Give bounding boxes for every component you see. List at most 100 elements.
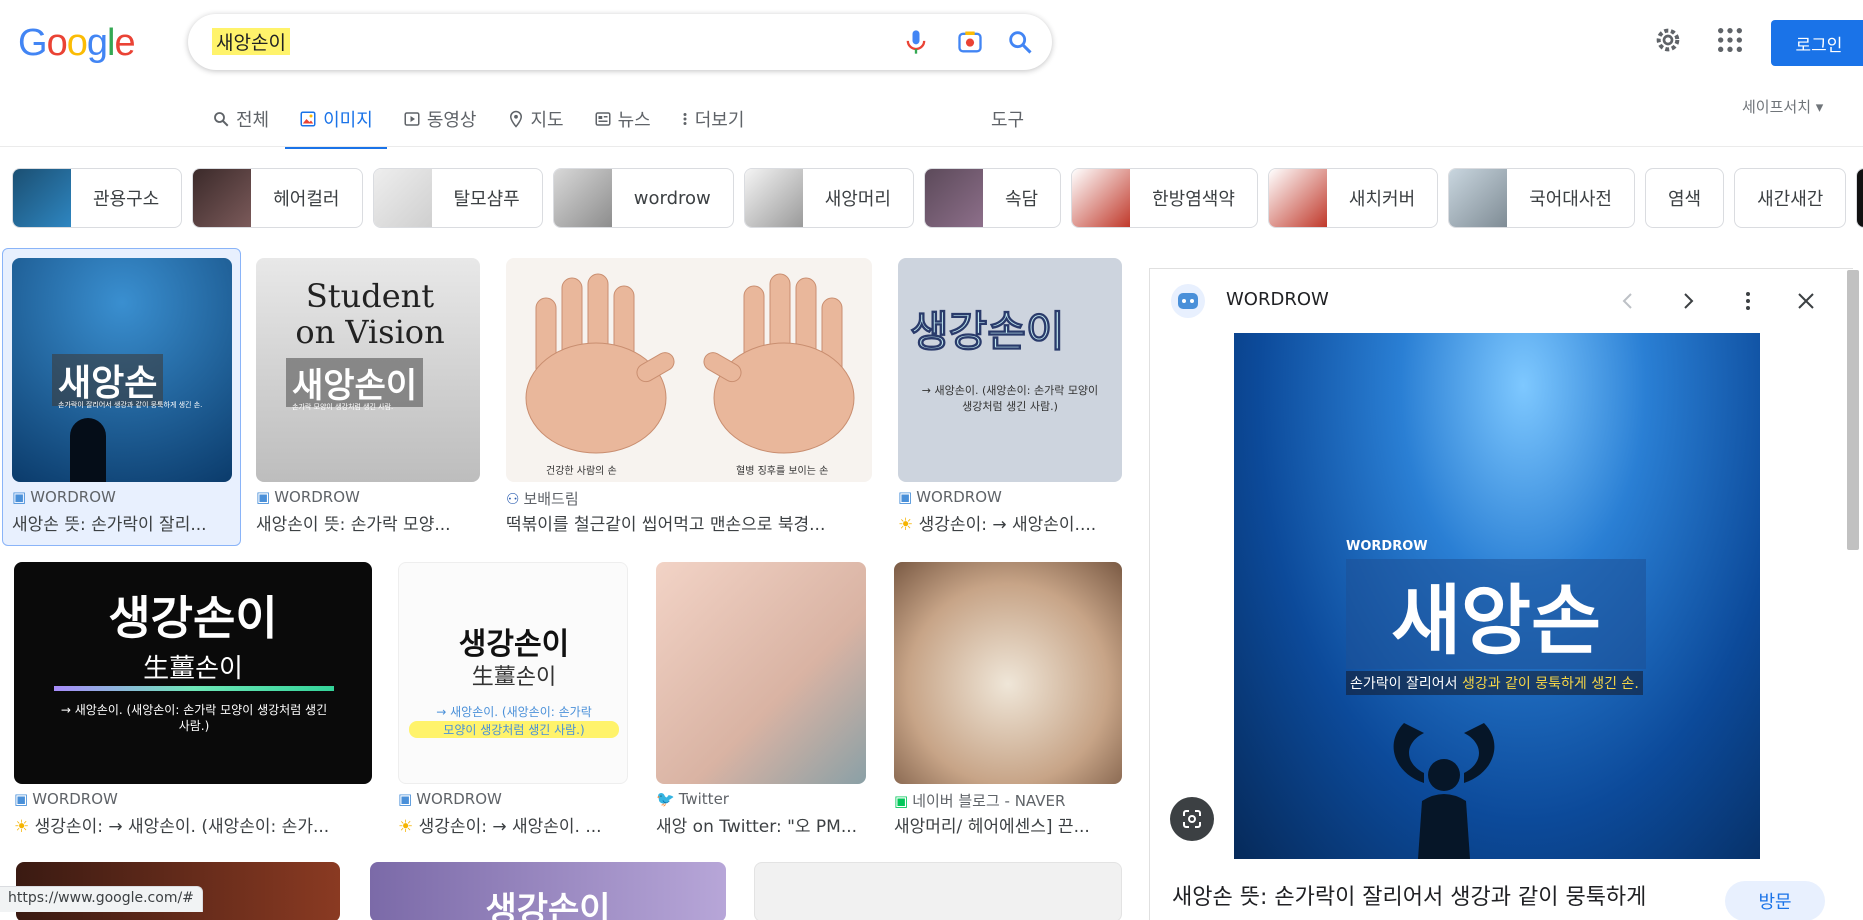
chip[interactable]: 새앙머리 <box>743 168 914 228</box>
result-thumbnail[interactable]: 생강손이 → 새앙손이. (새앙손이: 손가락 모양이 생강처럼 생긴 사람.) <box>898 258 1122 482</box>
chip-label: 속담 <box>1004 189 1039 210</box>
chip-label: wordrow <box>633 187 711 209</box>
microphone-icon[interactable] <box>902 28 930 56</box>
thumbnail-text: 새앙손이 <box>286 358 424 407</box>
thumbnail-caption: 건강한 사람의 손 <box>546 464 617 477</box>
tab-maps[interactable]: 지도 <box>507 104 564 134</box>
chip[interactable]: 탈모샴푸 <box>372 168 543 228</box>
chip[interactable]: 국어대사전 <box>1448 168 1635 228</box>
thumbnail-text: 생강손이 <box>485 890 611 920</box>
chip[interactable]: 새치커버 <box>1267 168 1439 228</box>
chip-label: 국어대사전 <box>1529 189 1612 210</box>
chevron-left-icon[interactable] <box>1616 289 1640 313</box>
lens-search-button[interactable] <box>1170 797 1214 841</box>
image-icon <box>300 111 316 127</box>
visit-button[interactable]: 방문 <box>1725 881 1825 920</box>
chip[interactable] <box>1856 168 1863 228</box>
result-thumbnail[interactable]: Student on Vision 새앙손이 손가락 모양이 생강처럼 생긴 사… <box>256 258 480 482</box>
gradient-bar <box>54 686 334 691</box>
safesearch-label: 세이프서치 <box>1742 98 1812 116</box>
tools-button[interactable]: 도구 <box>991 106 1024 132</box>
result-source: ▣ 네이버 블로그 - NAVER <box>894 791 1066 811</box>
chip-label: 한방염색약 <box>1152 189 1235 210</box>
tab-label: 뉴스 <box>617 110 651 131</box>
chip[interactable]: 속담 <box>923 168 1062 228</box>
camera-lens-icon[interactable] <box>956 28 984 56</box>
chip-label: 헤어컬러 <box>273 189 340 210</box>
chip[interactable]: 염색 <box>1644 168 1725 228</box>
tab-more[interactable]: 더보기 <box>681 104 744 134</box>
chip[interactable]: 헤어컬러 <box>192 168 363 228</box>
result-title[interactable]: 새앙손이 뜻: 손가락 모양... <box>256 510 480 535</box>
chip[interactable]: 새간새간 <box>1734 168 1847 228</box>
safesearch-menu[interactable]: 세이프서치 ▾ <box>1742 96 1823 117</box>
chevron-right-icon[interactable] <box>1676 289 1700 313</box>
result-thumbnail[interactable]: 생강손이 <box>370 862 726 920</box>
tab-label: 지도 <box>530 110 564 131</box>
related-chips: 관용구소 헤어컬러 탈모샴푸 wordrow 새앙머리 속담 한방염색약 새치커… <box>12 168 1863 228</box>
panel-header: WORDROW <box>1150 269 1853 333</box>
panel-site-name[interactable]: WORDROW <box>1226 289 1329 310</box>
apps-grid-icon[interactable] <box>1714 24 1746 56</box>
result-source: ▣ WORDROW <box>14 790 118 808</box>
result-thumbnail[interactable] <box>656 562 866 784</box>
news-icon <box>595 112 611 126</box>
result-title[interactable]: 새앙손 뜻: 손가락이 잘리... <box>12 510 232 535</box>
result-title[interactable]: ☀ 생강손이: → 새앙손이. ... <box>398 812 628 837</box>
more-vert-icon[interactable] <box>1736 289 1760 313</box>
result-thumbnail[interactable]: 건강한 사람의 손 혈병 징후를 보이는 손 <box>506 258 872 482</box>
search-box[interactable]: 새앙손이 <box>188 14 1052 70</box>
google-logo[interactable]: Google <box>18 22 136 65</box>
result-thumbnail[interactable] <box>754 862 1122 920</box>
preview-image[interactable]: WORDROW 새앙손 손가락이 잘리어서 생강과 같이 뭉툭하게 생긴 손. <box>1234 333 1760 859</box>
result-title[interactable]: ☀ 생강손이: → 새앙손이.... <box>898 510 1122 535</box>
result-source: ⚇ 보배드림 <box>506 489 579 509</box>
thumbnail-caption: 혈병 징후를 보이는 손 <box>736 464 828 477</box>
chip-label: 염색 <box>1667 189 1702 210</box>
silhouette <box>70 418 106 482</box>
result-title[interactable]: 떡볶이를 철근같이 씹어먹고 맨손으로 북경... <box>506 510 872 535</box>
chip-label: 새앙머리 <box>824 189 891 210</box>
search-icon[interactable] <box>1006 28 1034 56</box>
tab-news[interactable]: 뉴스 <box>594 104 651 134</box>
result-thumbnail[interactable]: 새앙손 손가락이 잘리어서 생강과 같이 뭉툭하게 생긴 손. <box>12 258 232 482</box>
result-source: 🐦 Twitter <box>656 790 729 808</box>
thumbnail-caption: 생강처럼 생긴 사람.) <box>962 400 1058 413</box>
search-input[interactable]: 새앙손이 <box>212 28 290 55</box>
tab-all[interactable]: 전체 <box>212 104 269 134</box>
silhouette <box>1393 723 1495 859</box>
scrollbar-thumb[interactable] <box>1847 270 1859 550</box>
status-bar-url: https://www.google.com/# <box>0 886 203 912</box>
result-title[interactable]: 새앙머리/ 헤어에센스] 끈... <box>894 812 1122 837</box>
chip-label: 새치커버 <box>1348 189 1416 210</box>
search-icon <box>214 112 229 127</box>
thumbnail-caption: → 새앙손이. (새앙손이: 손가락 모양이 <box>921 384 1099 397</box>
result-source: ▣ WORDROW <box>398 790 502 808</box>
settings-gear-icon[interactable] <box>1652 24 1684 56</box>
thumbnail-caption: 모양이 생강처럼 생긴 사람.) <box>409 721 619 738</box>
sun-icon: ☀ <box>898 515 914 535</box>
panel-title[interactable]: 새앙손 뜻: 손가락이 잘리어서 생강과 같이 뭉툭하게 <box>1172 879 1646 911</box>
wordrow-icon: ▣ <box>256 488 271 506</box>
thumbnail-text: 生薑손이 <box>143 654 243 684</box>
thumbnail-caption: → 새앙손이. (새앙손이: 손가락 모양이 생강처럼 생긴 사람.) <box>60 703 328 733</box>
search-tabs: 전체 이미지 동영상 지도 뉴스 더보기 <box>212 104 744 149</box>
chip[interactable]: wordrow <box>552 168 734 228</box>
tab-images[interactable]: 이미지 <box>285 104 387 149</box>
wordrow-icon: ▣ <box>398 790 413 808</box>
close-icon[interactable] <box>1794 289 1818 313</box>
login-button[interactable]: 로그인 <box>1771 20 1863 66</box>
result-thumbnail[interactable]: 생강손이 生薑손이 → 새앙손이. (새앙손이: 손가락 모양이 생강처럼 생긴… <box>14 562 372 784</box>
sun-icon: ☀ <box>398 817 414 837</box>
thumbnail-caption: 손가락 모양이 생강처럼 생긴 사람. <box>292 403 394 411</box>
result-thumbnail[interactable]: 생강손이 生薑손이 → 새앙손이. (새앙손이: 손가락 모양이 생강처럼 생긴… <box>398 562 628 784</box>
tab-videos[interactable]: 동영상 <box>403 104 477 134</box>
preview-brand-text: WORDROW <box>1346 539 1428 554</box>
result-title[interactable]: ☀ 생강손이: → 새앙손이. (새앙손이: 손가... <box>14 812 372 837</box>
chip-label: 새간새간 <box>1757 189 1824 210</box>
chip[interactable]: 한방염색약 <box>1071 168 1258 228</box>
thumbnail-text: 생강손이 <box>108 591 278 645</box>
chip[interactable]: 관용구소 <box>12 168 183 228</box>
result-thumbnail[interactable] <box>894 562 1122 784</box>
result-title[interactable]: 새앙 on Twitter: "오 PM... <box>656 812 866 837</box>
